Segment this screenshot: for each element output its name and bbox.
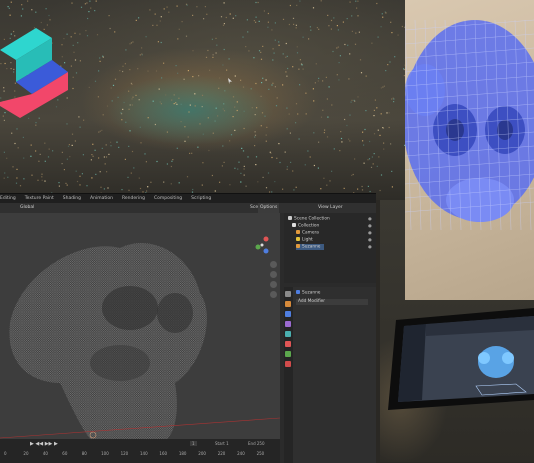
workspace-tabs: Editing Texture Paint Shading Animation Rend… [0,194,376,203]
workspace-tab[interactable]: Scripting [191,196,211,201]
start-frame-field[interactable]: Start 1 [215,441,229,446]
object-name: Suzanne [296,290,320,296]
workspace-tab[interactable]: Animation [90,196,113,201]
scene-icon [288,216,292,220]
particles-tab-icon[interactable] [285,321,291,327]
grid-toggle-icon[interactable] [270,291,277,298]
workspace-tab[interactable]: Texture Paint [25,196,54,201]
tool-tab-icon[interactable] [285,291,291,297]
workspace-tab[interactable]: Rendering [122,196,145,201]
outliner-item[interactable]: Collection [292,223,319,229]
pan-hand-icon[interactable] [270,271,277,278]
mesh-monkey-photo [405,0,534,300]
add-modifier-button[interactable]: Add Modifier [296,299,368,305]
timeline-tick-label: 0 [4,451,7,456]
material-tab-icon[interactable] [285,361,291,367]
light-icon [296,237,300,241]
navigation-gizmo[interactable] [250,233,274,257]
transform-orientation-select[interactable]: Global [20,203,34,213]
timeline-tick-label: 250 [257,451,265,456]
wrench-icon [296,290,300,294]
properties-tabs [284,287,293,463]
timeline-tick-label: 80 [82,451,87,456]
properties-panel: Suzanne Add Modifier [284,287,376,463]
view-layer-selector[interactable]: View Layer [318,203,343,213]
timeline-tick-label: 20 [23,451,28,456]
3d-viewport[interactable] [0,213,280,463]
workspace-tab[interactable]: Editing [0,196,16,201]
end-frame-field[interactable]: End 250 [248,441,265,446]
timeline-tick-label: 220 [218,451,226,456]
timeline-panel: ▶ ◀◀ ▶▶ ▶ 1 Start 1 End 250 0 20 40 60 80 100… [0,439,280,463]
timeline-tick-label: 40 [43,451,48,456]
visibility-eye-icon[interactable]: ● [368,245,372,250]
mesh-icon [296,244,300,248]
visibility-eye-icon[interactable]: ● [368,224,372,229]
outliner-item[interactable]: Camera [296,230,319,236]
timeline-tick-label: 200 [198,451,206,456]
workspace-tab[interactable]: Compositing [154,196,182,201]
visibility-eye-icon[interactable]: ● [368,231,372,236]
outliner-item[interactable]: Scene Collection [288,216,330,222]
data-tab-icon[interactable] [285,351,291,357]
timeline-tick-label: 160 [159,451,167,456]
timeline-tick-label: 140 [140,451,148,456]
constraints-tab-icon[interactable] [285,341,291,347]
camera-icon [296,230,300,234]
tablet-photo [386,300,534,410]
timeline-tick-label: 100 [101,451,109,456]
header-toolbar: Global Scene Options View Layer [0,203,376,213]
playback-controls[interactable]: ▶ ◀◀ ▶▶ ▶ [30,441,90,447]
camera-view-icon[interactable] [270,281,277,288]
collection-icon [292,223,296,227]
modifier-wrench-icon[interactable] [285,311,291,317]
timeline-tick-label: 120 [121,451,129,456]
options-button[interactable]: Options [258,203,279,213]
timeline-tick-label: 240 [237,451,245,456]
timeline-tick-label: 180 [179,451,187,456]
app-logo [0,20,72,130]
timeline-ruler[interactable]: 0 20 40 60 80 100 120 140 160 180 200 220 240 250 [4,451,276,459]
workspace-tab[interactable]: Shading [63,196,81,201]
current-frame-field[interactable]: 1 [190,441,197,446]
outliner-item-selected[interactable]: Suzanne [296,244,324,250]
object-tab-icon[interactable] [285,301,291,307]
outliner-panel: Scene Collection Collection Camera Light… [284,213,376,283]
outliner-item[interactable]: Light [296,237,313,243]
visibility-eye-icon[interactable]: ● [368,238,372,243]
physics-tab-icon[interactable] [285,331,291,337]
zoom-icon[interactable] [270,261,277,268]
timeline-tick-label: 60 [62,451,67,456]
blender-window: Editing Texture Paint Shading Animation Rend… [0,193,376,463]
visibility-eye-icon[interactable]: ● [368,217,372,222]
wireframe-monkey-mesh [0,213,280,463]
